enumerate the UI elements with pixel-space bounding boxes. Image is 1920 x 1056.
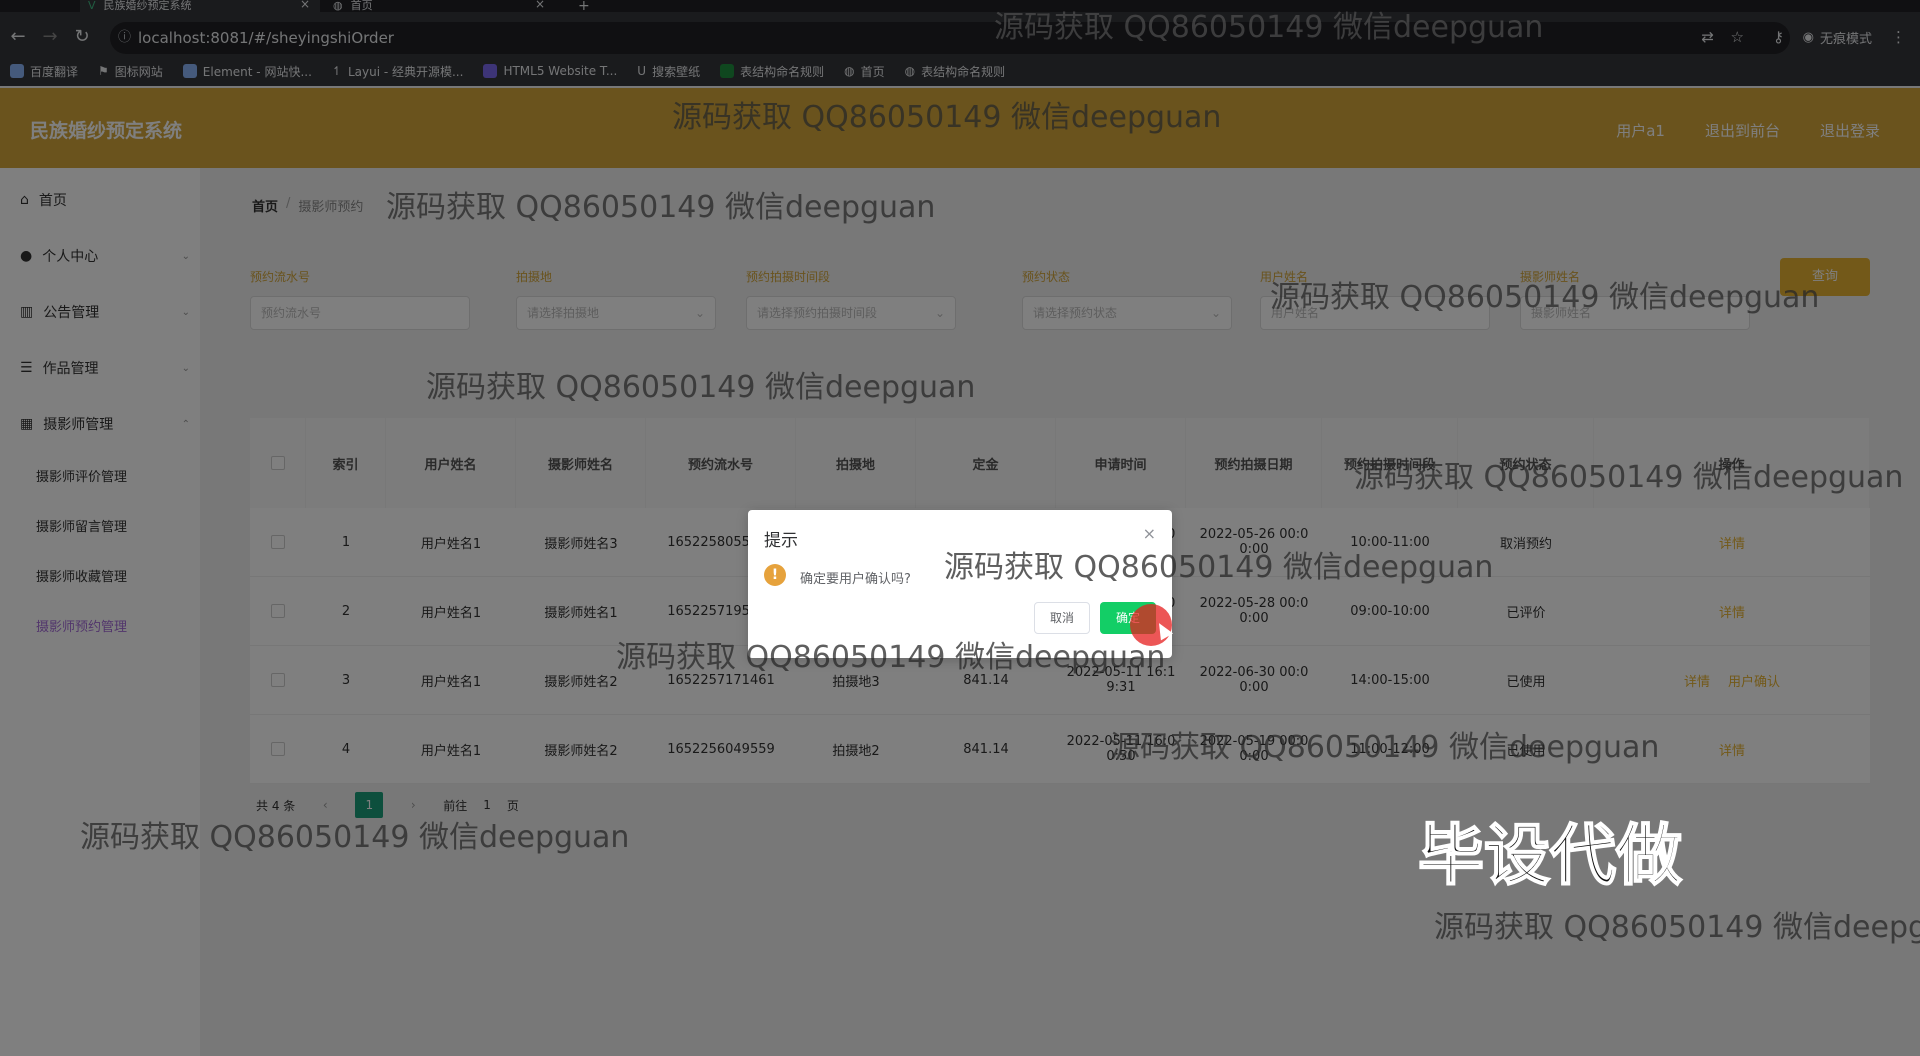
watermark-text: 源码获取 QQ86050149 微信deepguan bbox=[994, 10, 1544, 45]
watermark-text: 源码获取 QQ86050149 微信deepguan bbox=[616, 640, 1166, 675]
cancel-button[interactable]: 取消 bbox=[1034, 602, 1090, 634]
watermark-text: 源码获取 QQ86050149 微信deepguan bbox=[944, 550, 1494, 585]
watermark-text: 源码获取 QQ86050149 微信deepguan bbox=[426, 370, 976, 405]
watermark-text: 源码获取 QQ86050149 微信deepguan bbox=[1434, 910, 1920, 945]
watermark-text: 源码获取 QQ86050149 微信deepguan bbox=[80, 820, 630, 855]
dialog-message: 确定要用户确认吗? bbox=[800, 572, 911, 587]
watermark-text: 源码获取 QQ86050149 微信deepguan bbox=[1354, 460, 1904, 495]
watermark-big-text: 毕设代做 bbox=[1417, 816, 1683, 895]
watermark-text: 源码获取 QQ86050149 微信deepguan bbox=[386, 190, 936, 225]
watermark-text: 源码获取 QQ86050149 微信deepguan bbox=[672, 100, 1222, 135]
watermark-text: 源码获取 QQ86050149 微信deepguan bbox=[1270, 280, 1820, 315]
close-icon[interactable]: × bbox=[1143, 524, 1156, 543]
dialog-title: 提示 bbox=[764, 531, 798, 551]
watermark-text: 源码获取 QQ86050149 微信deepguan bbox=[1110, 730, 1660, 765]
warning-icon: ! bbox=[764, 564, 786, 586]
